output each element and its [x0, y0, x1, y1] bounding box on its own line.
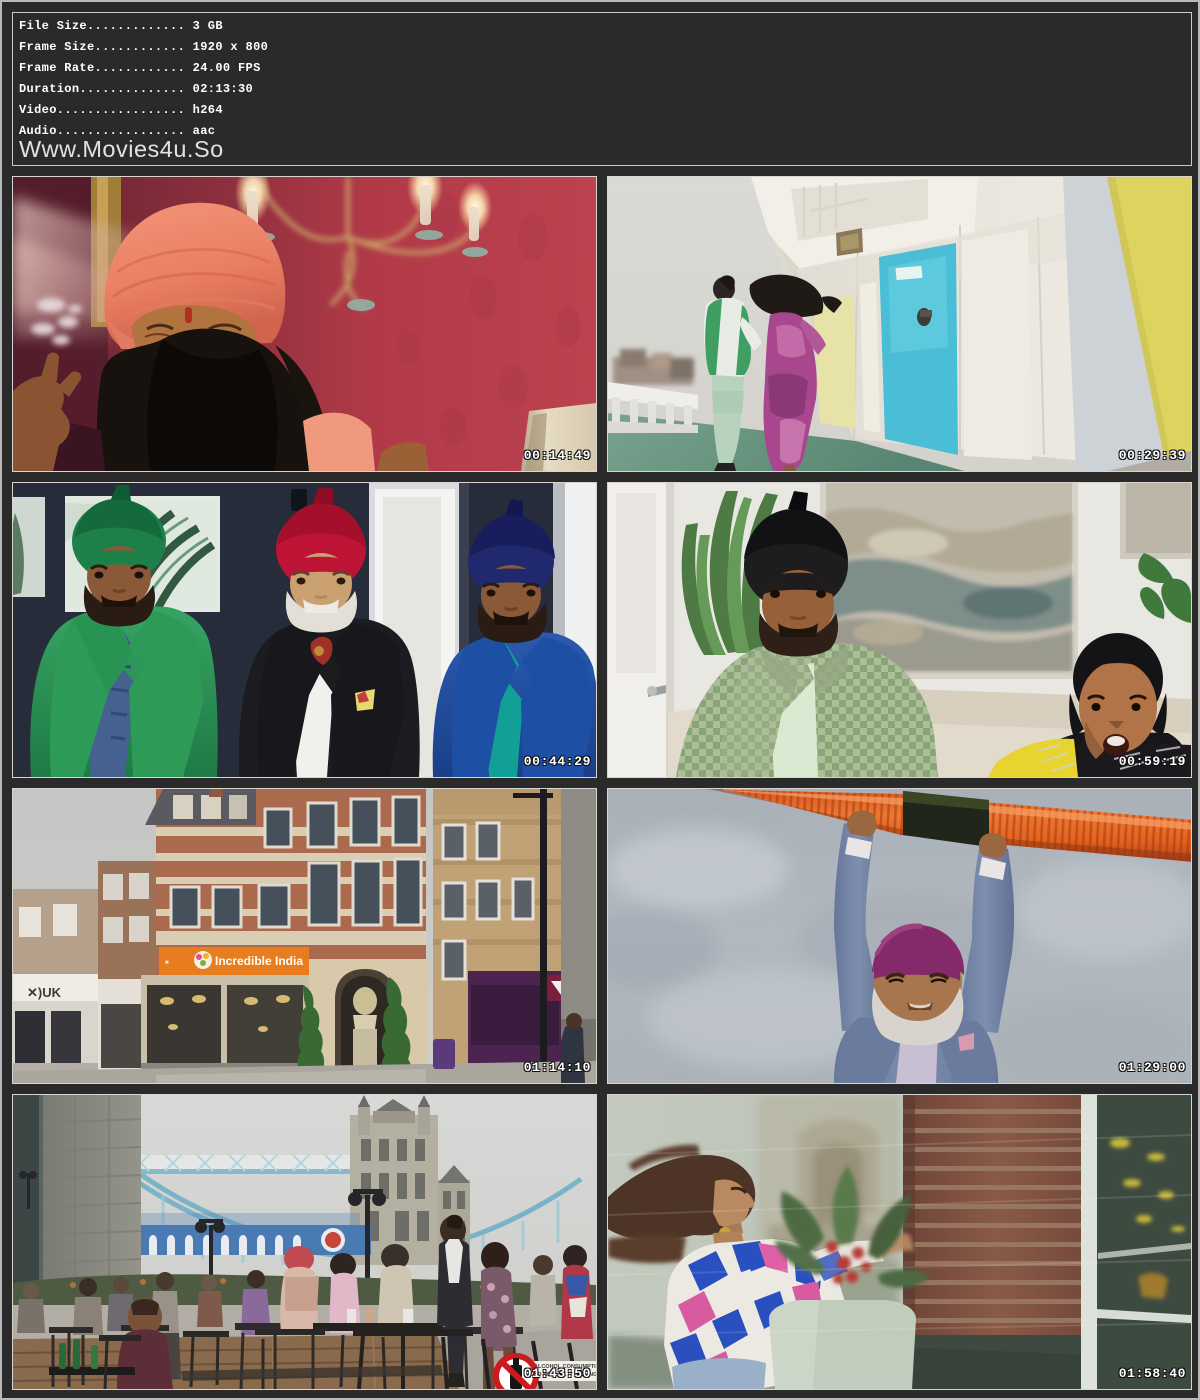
svg-text:■: ■	[165, 960, 169, 966]
svg-text:✕)UK: ✕)UK	[27, 985, 62, 1000]
svg-text:Incredible India: Incredible India	[215, 954, 303, 968]
